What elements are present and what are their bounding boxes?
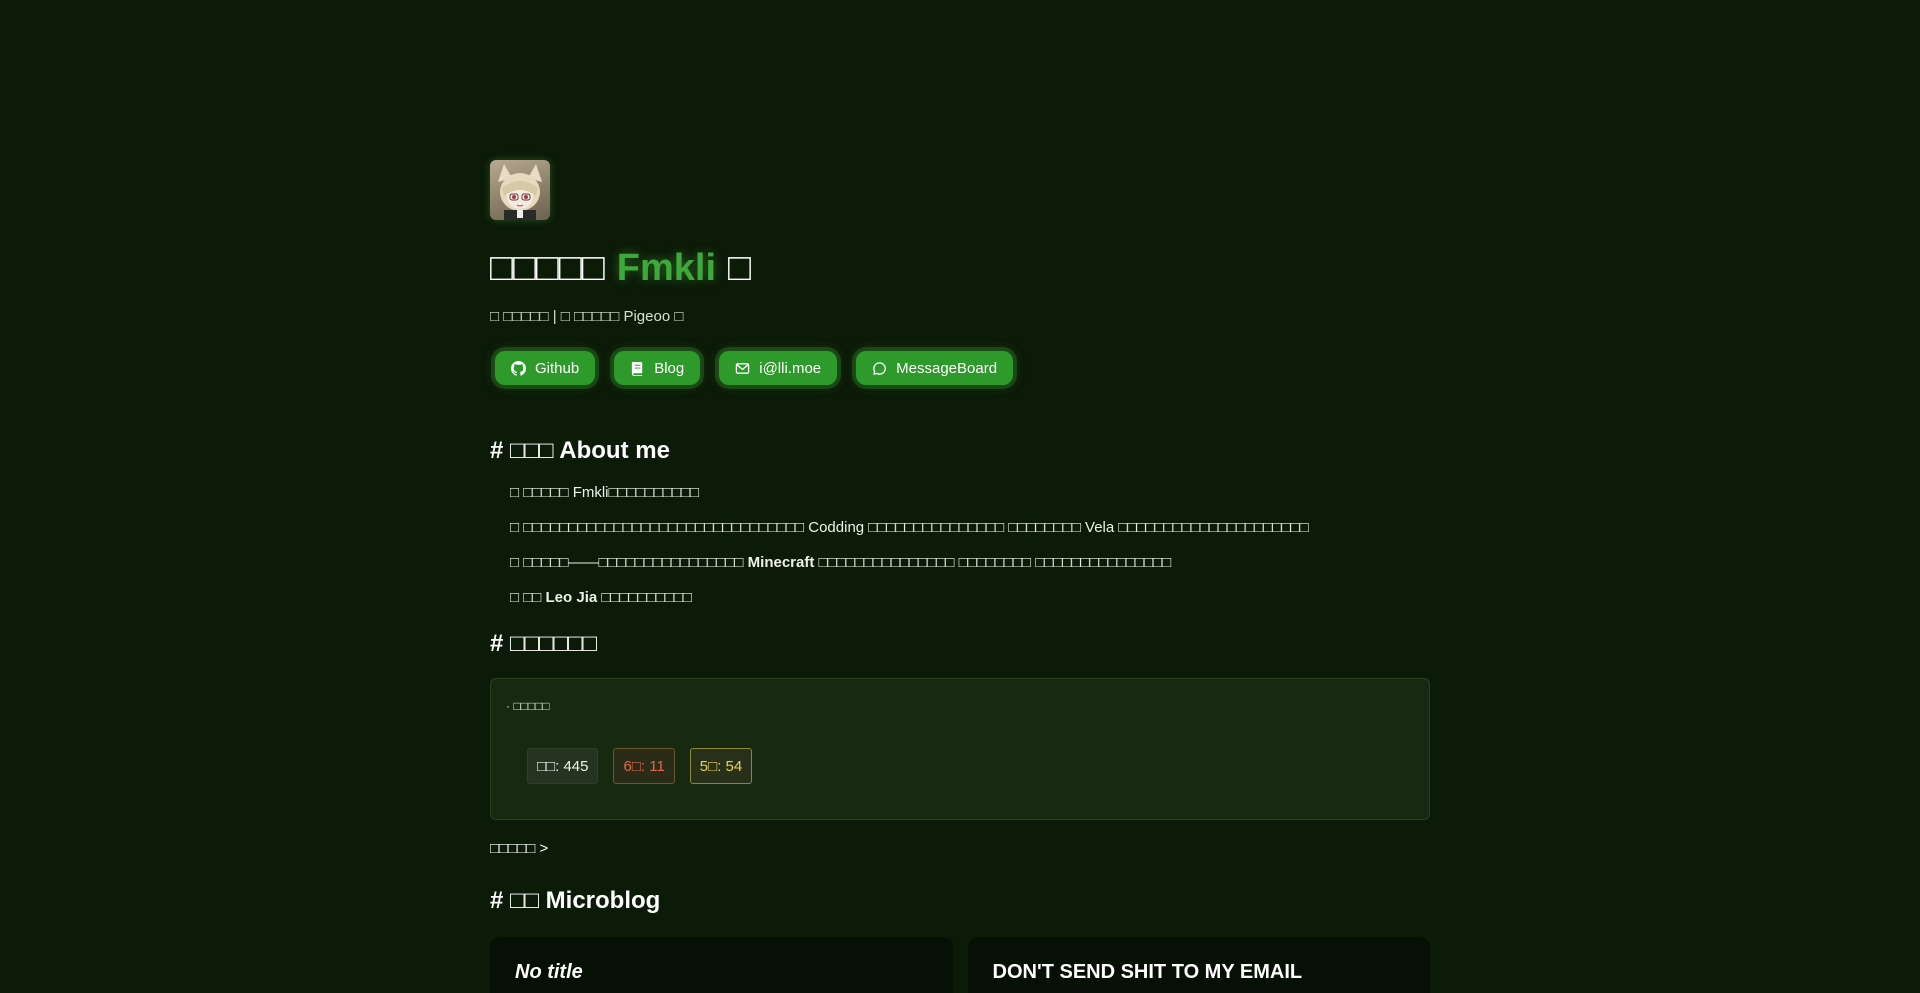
title-prefix: □□□□□ xyxy=(490,247,605,289)
microblog-card[interactable]: No title xyxy=(490,937,953,993)
microblog-heading: # □□ Microblog xyxy=(490,887,661,914)
about-heading: # □□□ About me xyxy=(490,437,670,464)
about-list: □ □□□□□ Fmkli□□□□□□□□□□ □ □□□□□□□□□□□□□□… xyxy=(510,483,1430,608)
about-item: □ □□□□□——□□□□□□□□□□□□□□□□ Minecraft □□□□… xyxy=(510,553,1430,573)
microblog-card[interactable]: DON'T SEND SHIT TO MY EMAIL xyxy=(967,937,1430,993)
stats-card: · □□□□□ □□: 445 6□: 11 5□: 54 xyxy=(490,678,1430,820)
about-item-bold: Leo Jia xyxy=(545,589,598,606)
avatar xyxy=(490,160,550,220)
page: □□□□□ Fmkli □ □ □□□□□ | □ □□□□□ Pigeoo □ G… xyxy=(490,0,1430,993)
mail-icon xyxy=(735,362,750,374)
about-item-text: □ □□□□□ Fmkli□□□□□□□□□□ xyxy=(510,484,700,501)
six-star-badge: 6□: 11 xyxy=(613,748,675,784)
github-icon xyxy=(511,360,526,376)
title-name: Fmkli xyxy=(616,247,717,289)
page-title: □□□□□ Fmkli □ xyxy=(490,244,1430,292)
messageboard-button[interactable]: MessageBoard xyxy=(856,351,1014,385)
stats-badges: □□: 445 6□: 11 5□: 54 xyxy=(527,748,753,784)
title-suffix: □ xyxy=(728,247,751,289)
stats-heading: # □□□□□□ xyxy=(490,630,597,657)
more-link[interactable]: □□□□□ > xyxy=(490,840,1430,857)
tagline: □ □□□□□ | □ □□□□□ Pigeoo □ xyxy=(490,308,684,325)
about-item-text: □ □□ xyxy=(510,589,546,606)
about-item: □ □□□□□ Fmkli□□□□□□□□□□ xyxy=(510,483,1430,503)
about-item-text: □□□□□□□□□□□□□□□ □□□□□□□□ □□□□□□□□□□□□□□□ xyxy=(814,554,1172,571)
blog-button[interactable]: Blog xyxy=(614,351,701,385)
about-item-text: □□□□□□□□□□ xyxy=(597,589,692,606)
book-icon xyxy=(632,361,643,376)
total-badge: □□: 445 xyxy=(527,748,599,784)
stats-subtitle: · □□□□□ xyxy=(506,699,550,713)
email-button[interactable]: i@lli.moe xyxy=(719,351,838,385)
about-item: □ □□ Leo Jia □□□□□□□□□□ xyxy=(510,588,1430,608)
chat-bubble-icon xyxy=(873,361,886,375)
blog-label: Blog xyxy=(654,359,685,377)
microblog-cards: No title DON'T SEND SHIT TO MY EMAIL xyxy=(490,937,1430,993)
microblog-card-title: No title xyxy=(515,961,583,983)
github-button[interactable]: Github xyxy=(495,351,596,385)
five-star-badge: 5□: 54 xyxy=(689,748,753,784)
about-item-text: □ □□□□□□□□□□□□□□□□□□□□□□□□□□□□□□□ Coddin… xyxy=(510,519,1309,536)
avatar-illustration xyxy=(498,164,542,220)
email-label: i@lli.moe xyxy=(759,359,822,377)
microblog-card-title: DON'T SEND SHIT TO MY EMAIL xyxy=(992,961,1303,983)
github-label: Github xyxy=(535,359,580,377)
about-item-text: □ □□□□□——□□□□□□□□□□□□□□□□ xyxy=(510,554,748,571)
social-links: Github Blog i@lli.moe MessageBoard xyxy=(490,351,1430,385)
about-item: □ □□□□□□□□□□□□□□□□□□□□□□□□□□□□□□□ Coddin… xyxy=(510,518,1430,538)
about-item-bold: Minecraft xyxy=(747,554,815,571)
messageboard-label: MessageBoard xyxy=(896,359,998,377)
